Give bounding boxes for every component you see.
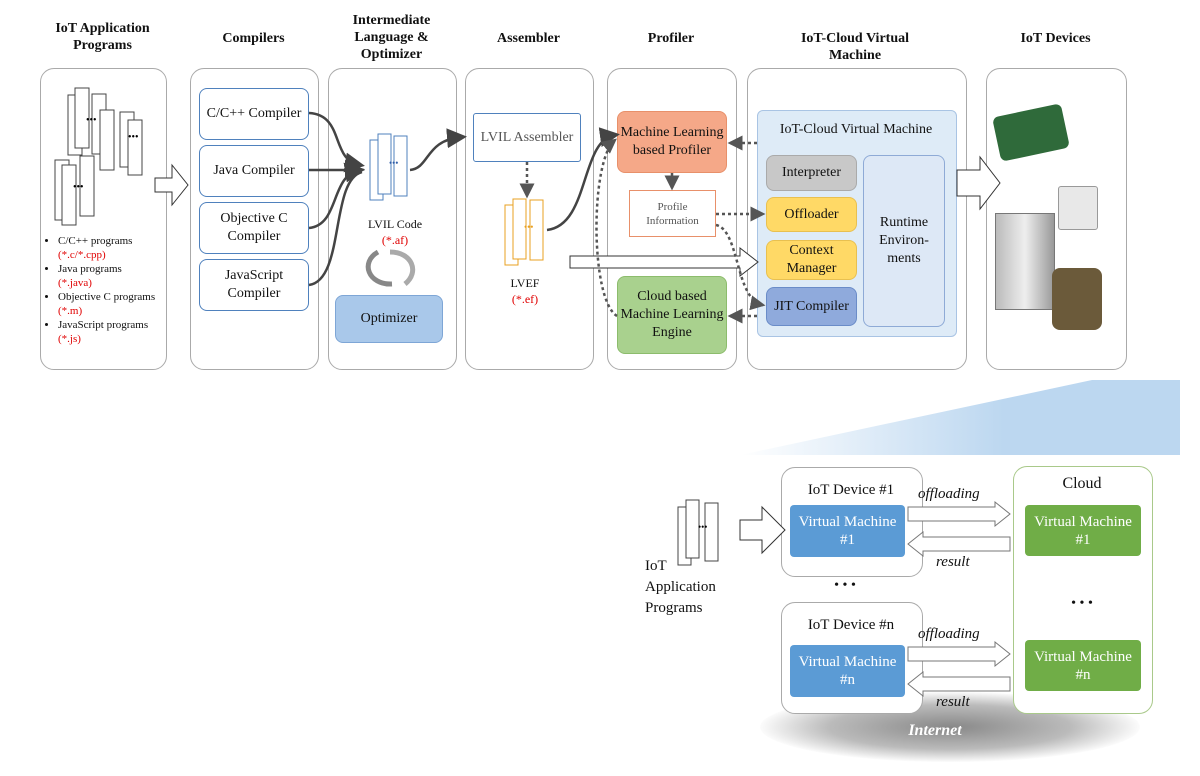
- arrow-apps-compilers: [154, 163, 189, 207]
- connectors: ••• ••• ••• ••• ••• •••: [54, 87, 1011, 698]
- arrow-apps-device: [739, 505, 786, 555]
- svg-text:•••: •••: [389, 158, 398, 168]
- lvil-code-icon: •••: [369, 133, 408, 201]
- svg-text:•••: •••: [86, 115, 97, 126]
- svg-text:•••: •••: [698, 522, 707, 532]
- bottom-document-icon: •••: [677, 499, 719, 566]
- dotted-flows: [519, 135, 766, 324]
- svg-text:•••: •••: [73, 182, 84, 193]
- document-icon: ••• ••• •••: [54, 87, 143, 226]
- compiler-to-lvil-arrows: [308, 111, 620, 287]
- offload-result-arrows: [907, 500, 1011, 698]
- diagram: IoT Application Programs Compilers Inter…: [0, 0, 1200, 776]
- arrow-vm-devices: [956, 155, 1001, 211]
- lvef-icon: •••: [504, 198, 544, 266]
- svg-text:•••: •••: [128, 132, 139, 143]
- svg-text:•••: •••: [524, 222, 533, 232]
- cycle-icon: [365, 249, 393, 287]
